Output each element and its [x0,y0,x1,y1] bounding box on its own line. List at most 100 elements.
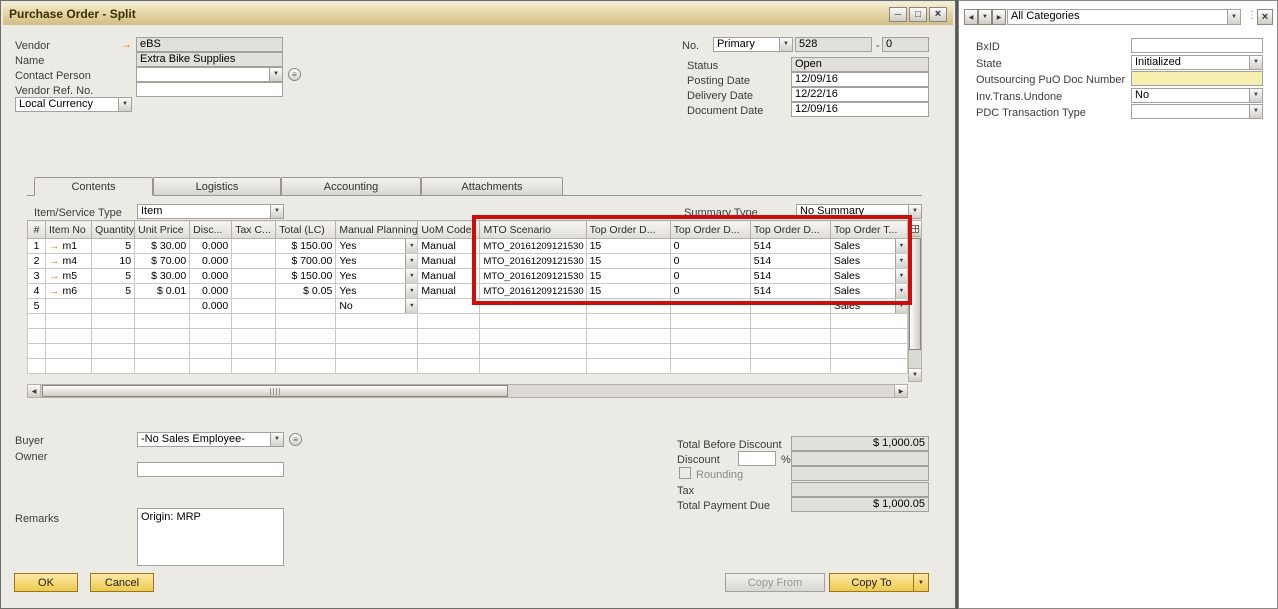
delivery-date-field[interactable]: 12/22/16 [791,87,929,102]
copy-to-button[interactable]: Copy To [829,573,929,592]
col-header-mto-scenario[interactable]: MTO Scenario [480,221,586,239]
item-link-arrow-icon[interactable] [49,255,60,267]
chevron-down-icon[interactable] [1249,89,1262,102]
top-order-1-cell[interactable]: 15 [586,269,670,284]
top-order-2-cell[interactable]: 0 [670,269,750,284]
vendor-link-arrow-icon[interactable] [120,38,132,50]
item-no-cell[interactable]: m4 [46,254,92,269]
chevron-down-icon[interactable] [1249,105,1262,118]
top-order-3-cell[interactable]: 514 [750,239,830,254]
posting-date-field[interactable]: 12/09/16 [791,72,929,87]
quantity-cell[interactable]: 5 [92,269,135,284]
top-order-1-cell[interactable] [586,299,670,314]
quantity-cell[interactable]: 5 [92,284,135,299]
horizontal-scroll-thumb[interactable] [42,385,508,397]
inv-trans-undone-combo[interactable]: No [1131,88,1263,103]
manual-planning-cell[interactable]: Yes [336,254,418,269]
chevron-down-icon[interactable] [405,269,417,283]
col-header-unit-price[interactable]: Unit Price [135,221,190,239]
top-order-type-cell[interactable]: Sales [830,299,907,314]
discount-percent-field[interactable] [738,451,776,466]
chevron-down-icon[interactable] [895,239,907,253]
close-icon[interactable] [929,7,947,22]
chevron-down-icon[interactable] [913,574,928,591]
manual-planning-cell[interactable]: Yes [336,284,418,299]
col-header-discount[interactable]: Disc... [190,221,232,239]
tab-accounting[interactable]: Accounting [281,177,421,196]
mto-scenario-cell[interactable]: MTO_20161209121530 [480,239,586,254]
col-header-top-order-2[interactable]: Top Order D... [670,221,750,239]
rounding-checkbox[interactable] [679,467,691,479]
row-num-cell[interactable]: 3 [28,269,46,284]
top-order-2-cell[interactable]: 0 [670,254,750,269]
total-lc-cell[interactable] [276,299,336,314]
tab-contents[interactable]: Contents [34,177,153,196]
buyer-combo[interactable]: -No Sales Employee- [137,432,284,447]
col-header-manual-planning[interactable]: Manual Planning [336,221,418,239]
col-header-num[interactable]: # [28,221,46,239]
item-no-cell[interactable]: m5 [46,269,92,284]
top-order-1-cell[interactable]: 15 [586,239,670,254]
top-order-type-cell[interactable]: Sales [830,284,907,299]
total-lc-cell[interactable]: $ 150.00 [276,269,336,284]
remarks-field[interactable]: Origin: MRP [137,508,284,566]
row-num-cell[interactable]: 2 [28,254,46,269]
discount-cell[interactable]: 0.000 [190,239,232,254]
top-order-type-cell[interactable]: Sales [830,254,907,269]
panel-drag-handle[interactable] [1247,10,1257,21]
state-combo[interactable]: Initialized [1131,55,1263,70]
buyer-define-icon[interactable] [289,433,302,446]
discount-cell[interactable]: 0.000 [190,284,232,299]
unit-price-cell[interactable]: $ 0.01 [135,284,190,299]
vendor-ref-field[interactable] [136,82,283,97]
item-service-type-combo[interactable]: Item [137,204,284,219]
col-header-total-lc[interactable]: Total (LC) [276,221,336,239]
mto-scenario-cell[interactable]: MTO_20161209121530 [480,269,586,284]
top-order-1-cell[interactable]: 15 [586,284,670,299]
item-link-arrow-icon[interactable] [49,270,60,282]
quantity-cell[interactable] [92,299,135,314]
chevron-down-icon[interactable] [1249,56,1262,69]
row-num-cell[interactable]: 5 [28,299,46,314]
uom-code-cell[interactable]: Manual [418,269,480,284]
total-lc-cell[interactable]: $ 150.00 [276,239,336,254]
tax-code-cell[interactable] [232,269,276,284]
row-num-cell[interactable]: 4 [28,284,46,299]
currency-combo[interactable]: Local Currency [15,97,132,112]
contact-person-define-icon[interactable] [288,68,301,81]
chevron-down-icon[interactable] [269,68,282,81]
uom-code-cell[interactable] [418,299,480,314]
quantity-cell[interactable]: 5 [92,239,135,254]
minimize-icon[interactable] [889,7,907,22]
item-no-cell[interactable]: m6 [46,284,92,299]
chevron-down-icon[interactable] [895,284,907,298]
vendor-field[interactable]: eBS [136,37,283,52]
total-lc-cell[interactable]: $ 0.05 [276,284,336,299]
window-titlebar[interactable]: Purchase Order - Split [3,3,953,25]
unit-price-cell[interactable]: $ 70.00 [135,254,190,269]
uom-code-cell[interactable]: Manual [418,254,480,269]
mto-scenario-cell[interactable]: MTO_20161209121530 [480,254,586,269]
top-order-3-cell[interactable]: 514 [750,254,830,269]
discount-cell[interactable]: 0.000 [190,269,232,284]
tax-code-cell[interactable] [232,284,276,299]
tax-code-cell[interactable] [232,239,276,254]
chevron-down-icon[interactable] [405,254,417,268]
col-header-item-no[interactable]: Item No [46,221,92,239]
tax-code-cell[interactable] [232,299,276,314]
cancel-button[interactable]: Cancel [90,573,154,592]
tab-attachments[interactable]: Attachments [421,177,563,196]
top-order-type-cell[interactable]: Sales [830,239,907,254]
col-header-uom-code[interactable]: UoM Code [418,221,480,239]
chevron-down-icon[interactable] [779,38,792,51]
chevron-down-icon[interactable] [908,205,921,218]
chevron-down-icon[interactable] [405,239,417,253]
top-order-3-cell[interactable]: 514 [750,284,830,299]
uom-code-cell[interactable]: Manual [418,284,480,299]
chevron-down-icon[interactable] [895,299,907,313]
col-header-tax-code[interactable]: Tax C... [232,221,276,239]
top-order-3-cell[interactable]: 514 [750,269,830,284]
uom-code-cell[interactable]: Manual [418,239,480,254]
col-header-top-order-3[interactable]: Top Order D... [750,221,830,239]
mto-scenario-cell[interactable] [480,299,586,314]
